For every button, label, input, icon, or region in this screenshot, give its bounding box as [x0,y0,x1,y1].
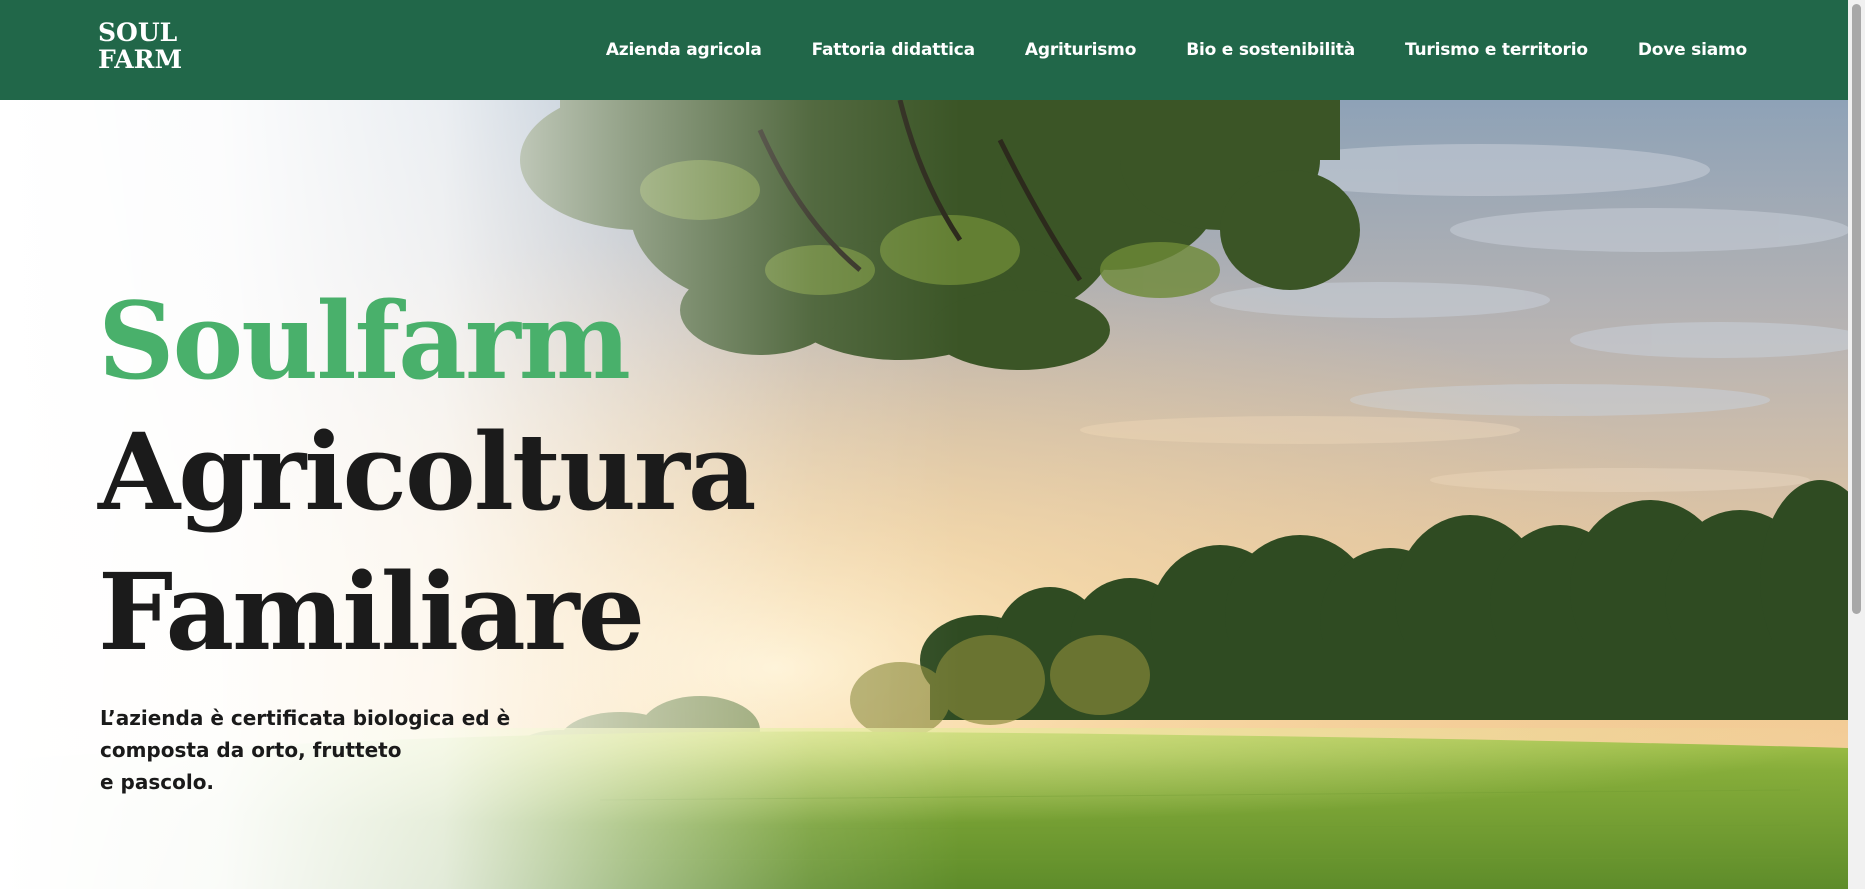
page-scrollbar[interactable] [1848,0,1865,889]
nav-link-agriturismo[interactable]: Agriturismo [1025,40,1136,60]
hero-heading-line-1: Agricoltura [98,409,757,534]
hero-section: Soulfarm Agricoltura Familiare L’azienda… [0,100,1848,889]
soulfarm-logo[interactable]: SOUL FARM [98,19,182,73]
nav-item-azienda-agricola: Azienda agricola [606,40,762,60]
main-nav: Azienda agricola Fattoria didattica Agri… [606,0,1747,100]
nav-item-bio-sostenibilita: Bio e sostenibilità [1186,40,1355,60]
nav-link-azienda-agricola[interactable]: Azienda agricola [606,40,762,60]
logo-line-soul: SOUL [98,18,178,47]
hero-description-line: e pascolo. [100,770,215,794]
page: SOUL FARM Azienda agricola Fattoria dida… [0,0,1865,889]
scrollbar-thumb[interactable] [1852,4,1861,614]
logo-line-farm: FARM [98,45,183,74]
nav-link-bio-sostenibilita[interactable]: Bio e sostenibilità [1186,40,1355,60]
hero-brand-name: Soulfarm [98,278,631,403]
hero-description-line: composta da orto, frutteto [100,738,402,762]
nav-item-dove-siamo: Dove siamo [1638,40,1747,60]
nav-item-fattoria-didattica: Fattoria didattica [812,40,975,60]
hero-heading-line-2: Familiare [98,549,645,674]
nav-item-agriturismo: Agriturismo [1025,40,1136,60]
navbar: SOUL FARM Azienda agricola Fattoria dida… [0,0,1848,100]
nav-link-fattoria-didattica[interactable]: Fattoria didattica [812,40,975,60]
hero-heading-block: Soulfarm Agricoltura Familiare [98,278,757,682]
hero-description: L’azienda è certificata biologica ed è c… [100,702,560,798]
nav-link-turismo-territorio[interactable]: Turismo e territorio [1405,40,1588,60]
nav-item-turismo-territorio: Turismo e territorio [1405,40,1588,60]
nav-link-dove-siamo[interactable]: Dove siamo [1638,40,1747,60]
hero-title: Soulfarm Agricoltura Familiare [98,278,757,682]
hero-description-line: L’azienda è certificata biologica ed è [100,706,511,730]
